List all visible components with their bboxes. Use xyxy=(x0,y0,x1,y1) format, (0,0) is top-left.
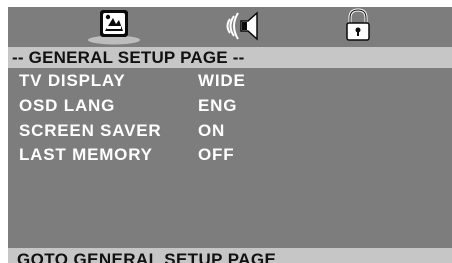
page-title-bar: -- GENERAL SETUP PAGE -- xyxy=(8,47,452,68)
monitor-setup-icon xyxy=(88,10,140,45)
setting-value: ON xyxy=(198,121,226,140)
setting-row-screen-saver[interactable]: SCREEN SAVER ON xyxy=(8,120,452,144)
setting-value: ENG xyxy=(198,96,238,115)
setup-tab-bar xyxy=(8,7,452,45)
setting-value: WIDE xyxy=(198,71,246,90)
setting-row-tv-display[interactable]: TV DISPLAY WIDE xyxy=(8,70,452,94)
setting-label: LAST MEMORY xyxy=(19,145,153,164)
tab-audio-setup[interactable] xyxy=(221,7,267,45)
padlock-icon xyxy=(346,8,370,41)
setting-label: SCREEN SAVER xyxy=(19,121,162,140)
setting-row-last-memory[interactable]: LAST MEMORY OFF xyxy=(8,144,452,168)
page-title: -- GENERAL SETUP PAGE -- xyxy=(12,48,245,67)
setting-row-osd-lang[interactable]: OSD LANG ENG xyxy=(8,95,452,119)
tab-password-setup[interactable] xyxy=(338,7,378,45)
tab-general-setup[interactable] xyxy=(86,7,142,45)
status-bar: GOTO GENERAL SETUP PAGE xyxy=(8,248,452,263)
setting-value: OFF xyxy=(198,145,235,164)
setting-label: TV DISPLAY xyxy=(19,71,126,90)
speaker-audio-icon xyxy=(226,11,258,41)
status-text: GOTO GENERAL SETUP PAGE xyxy=(17,250,277,263)
osd-screen: -- GENERAL SETUP PAGE -- TV DISPLAY WIDE… xyxy=(8,7,452,263)
setting-label: OSD LANG xyxy=(19,96,116,115)
